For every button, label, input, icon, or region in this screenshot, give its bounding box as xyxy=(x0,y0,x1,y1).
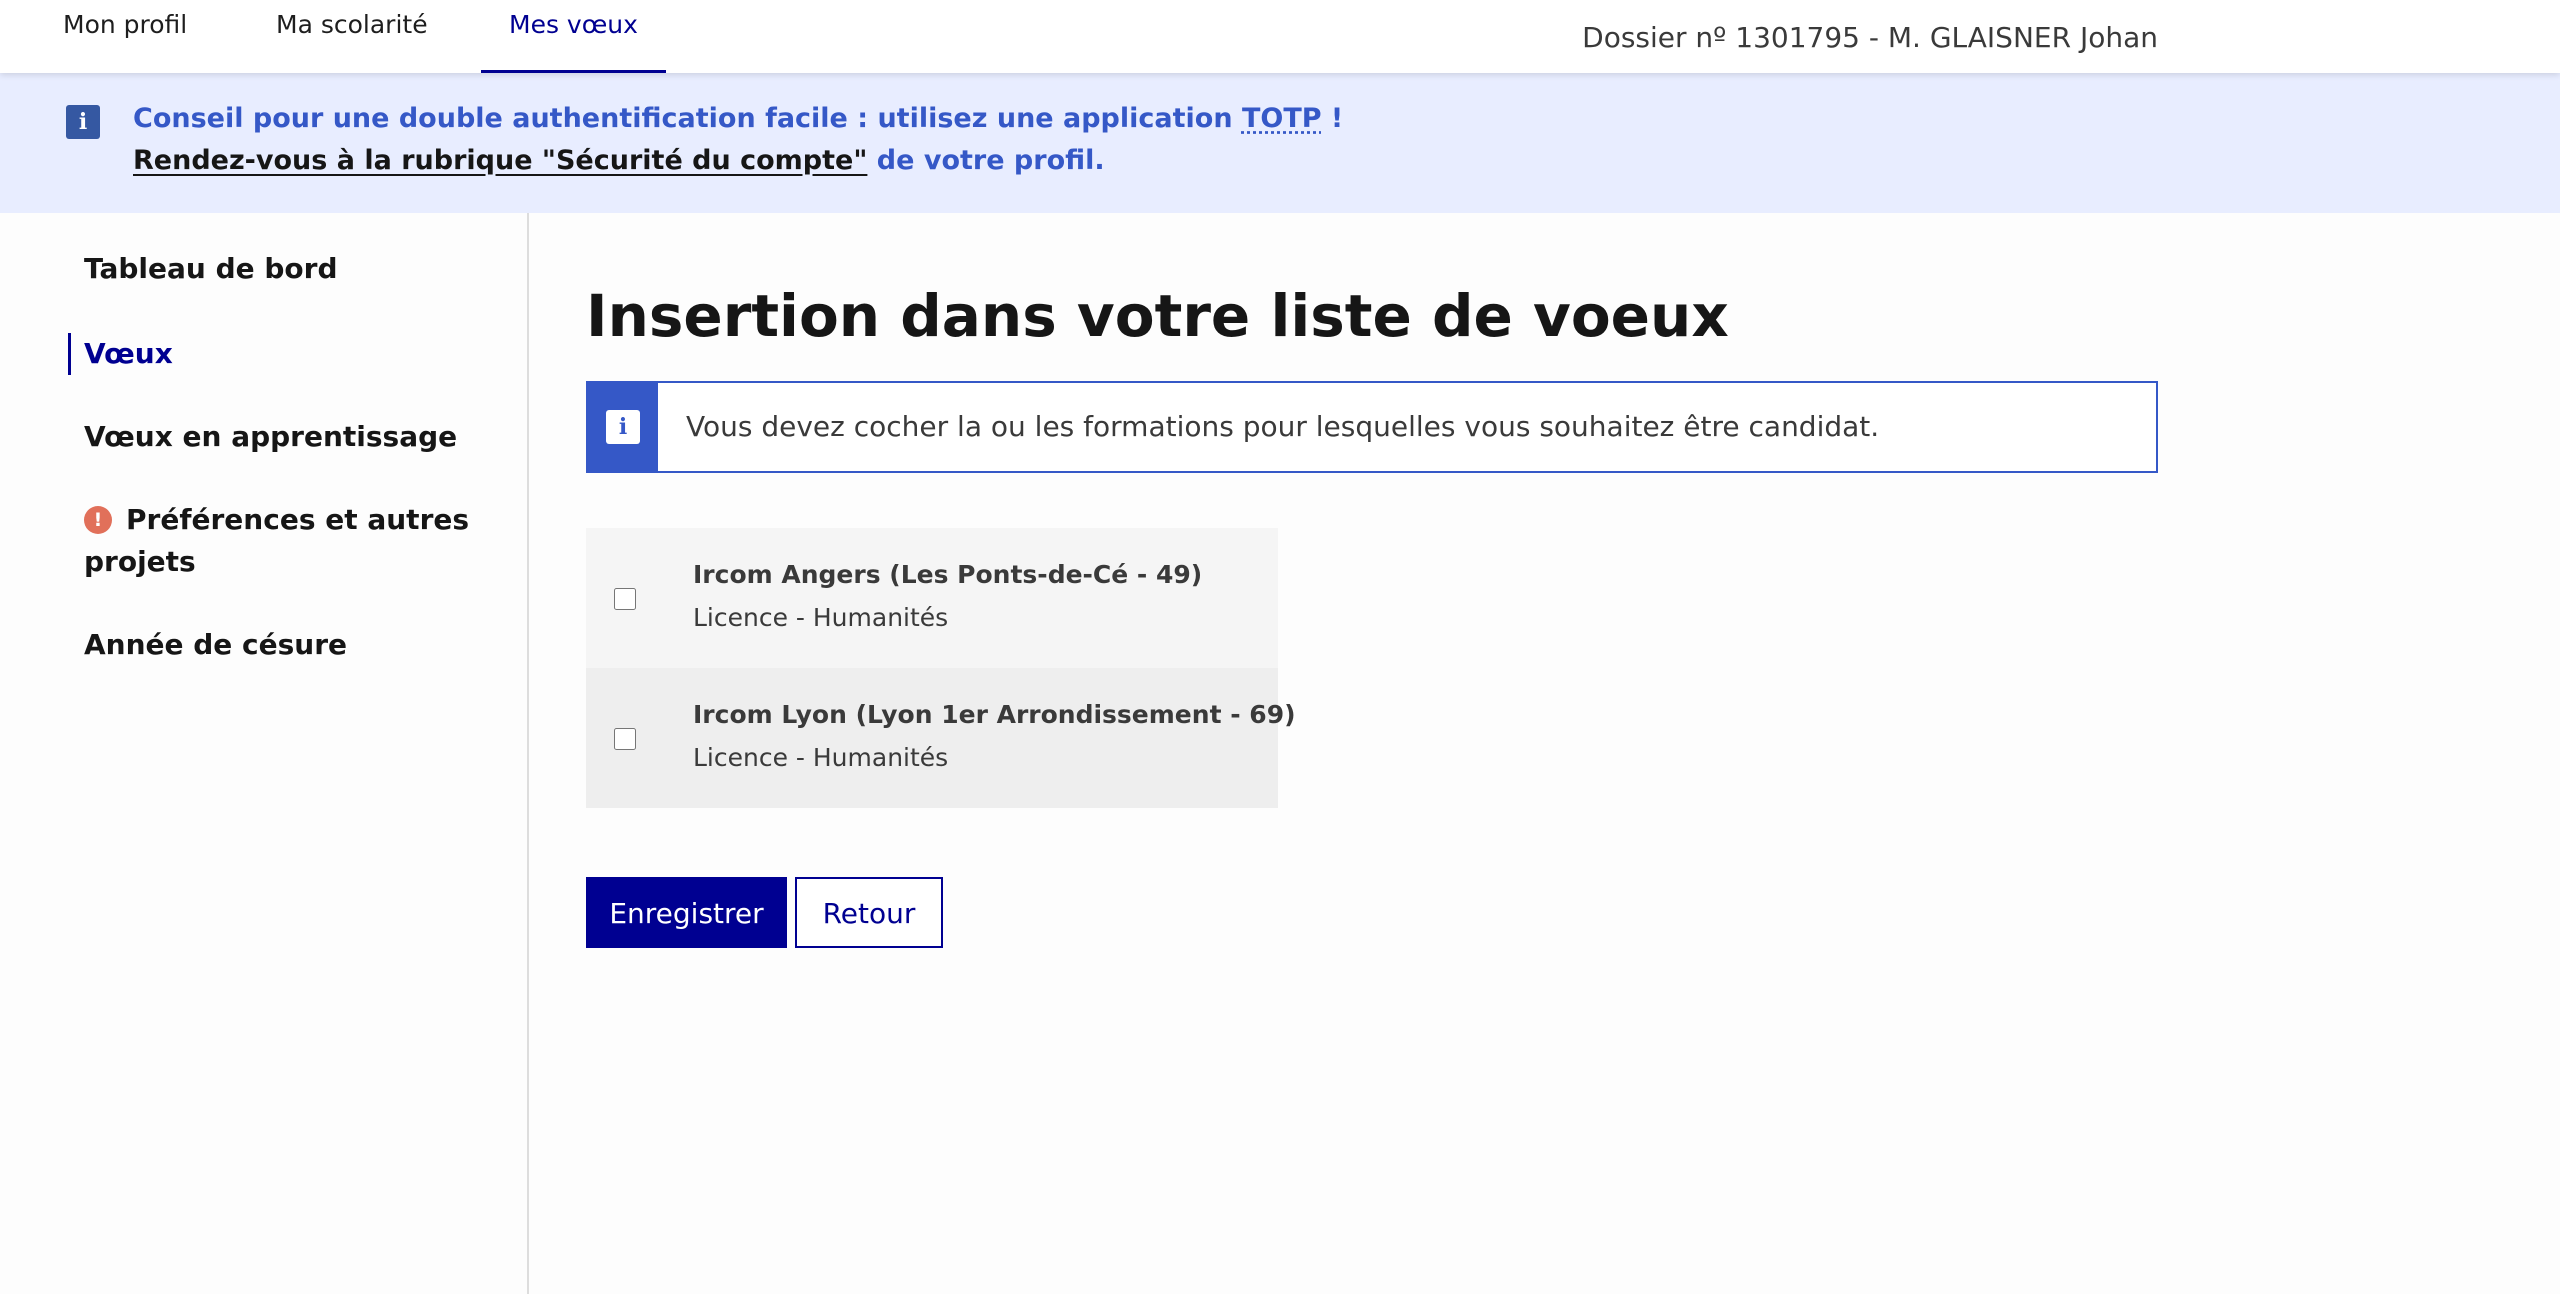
back-button[interactable]: Retour xyxy=(795,877,943,948)
info-notice: i Vous devez cocher la ou les formations… xyxy=(586,381,2158,473)
top-navigation: Mon profil Ma scolarité Mes vœux Dossier… xyxy=(0,0,2560,73)
formation-program: Licence - Humanités xyxy=(693,743,949,772)
sidebar-item-label: Préférences et autres xyxy=(126,503,470,536)
security-settings-link[interactable]: Rendez-vous à la rubrique "Sécurité du c… xyxy=(133,145,867,176)
warning-icon: ! xyxy=(84,506,112,534)
banner-line-2: Rendez-vous à la rubrique "Sécurité du c… xyxy=(133,145,1105,176)
sidebar-item-voeux-apprentissage[interactable]: Vœux en apprentissage xyxy=(84,416,457,458)
sidebar-item-voeux[interactable]: Vœux xyxy=(84,333,173,375)
info-icon: i xyxy=(606,410,640,444)
sidebar-item-preferences[interactable]: ! Préférences et autres projets xyxy=(84,499,469,583)
banner-link-suffix: de votre profil. xyxy=(867,145,1105,176)
active-item-marker xyxy=(68,333,71,375)
totp-abbr: TOTP xyxy=(1241,103,1322,134)
formation-choice[interactable]: Ircom Lyon (Lyon 1er Arrondissement - 69… xyxy=(586,668,1296,808)
sidebar-item-annee-cesure[interactable]: Année de césure xyxy=(84,624,347,666)
sidebar-item-tableau-de-bord[interactable]: Tableau de bord xyxy=(84,248,338,290)
banner-exclamation: ! xyxy=(1321,103,1344,134)
banner-text: Conseil pour une double authentification… xyxy=(133,103,1242,134)
formation-checkbox[interactable] xyxy=(614,588,636,610)
notice-text: Vous devez cocher la ou les formations p… xyxy=(686,410,1880,443)
formation-name: Ircom Lyon (Lyon 1er Arrondissement - 69… xyxy=(693,700,1296,729)
banner-line-1: Conseil pour une double authentification… xyxy=(133,103,1343,134)
sidebar-item-label: projets xyxy=(84,545,196,578)
tab-mes-voeux[interactable]: Mes vœux xyxy=(481,0,666,73)
dossier-info: Dossier nº 1301795 - M. GLAISNER Johan xyxy=(1582,21,2158,54)
formation-program: Licence - Humanités xyxy=(693,603,949,632)
page-title: Insertion dans votre liste de voeux xyxy=(586,282,1729,350)
notice-accent: i xyxy=(588,383,658,471)
tab-mon-profil[interactable]: Mon profil xyxy=(63,0,187,73)
security-banner: i Conseil pour une double authentificati… xyxy=(0,73,2560,213)
formation-name: Ircom Angers (Les Ponts-de-Cé - 49) xyxy=(693,560,1203,589)
save-button[interactable]: Enregistrer xyxy=(586,877,787,948)
tab-ma-scolarite[interactable]: Ma scolarité xyxy=(276,0,428,73)
sidebar: Tableau de bord Vœux Vœux en apprentissa… xyxy=(0,213,529,1294)
formation-choice[interactable]: Ircom Angers (Les Ponts-de-Cé - 49) Lice… xyxy=(586,528,1278,668)
formation-checkbox[interactable] xyxy=(614,728,636,750)
info-icon: i xyxy=(66,105,100,139)
formation-choices: Ircom Angers (Les Ponts-de-Cé - 49) Lice… xyxy=(586,528,1296,808)
